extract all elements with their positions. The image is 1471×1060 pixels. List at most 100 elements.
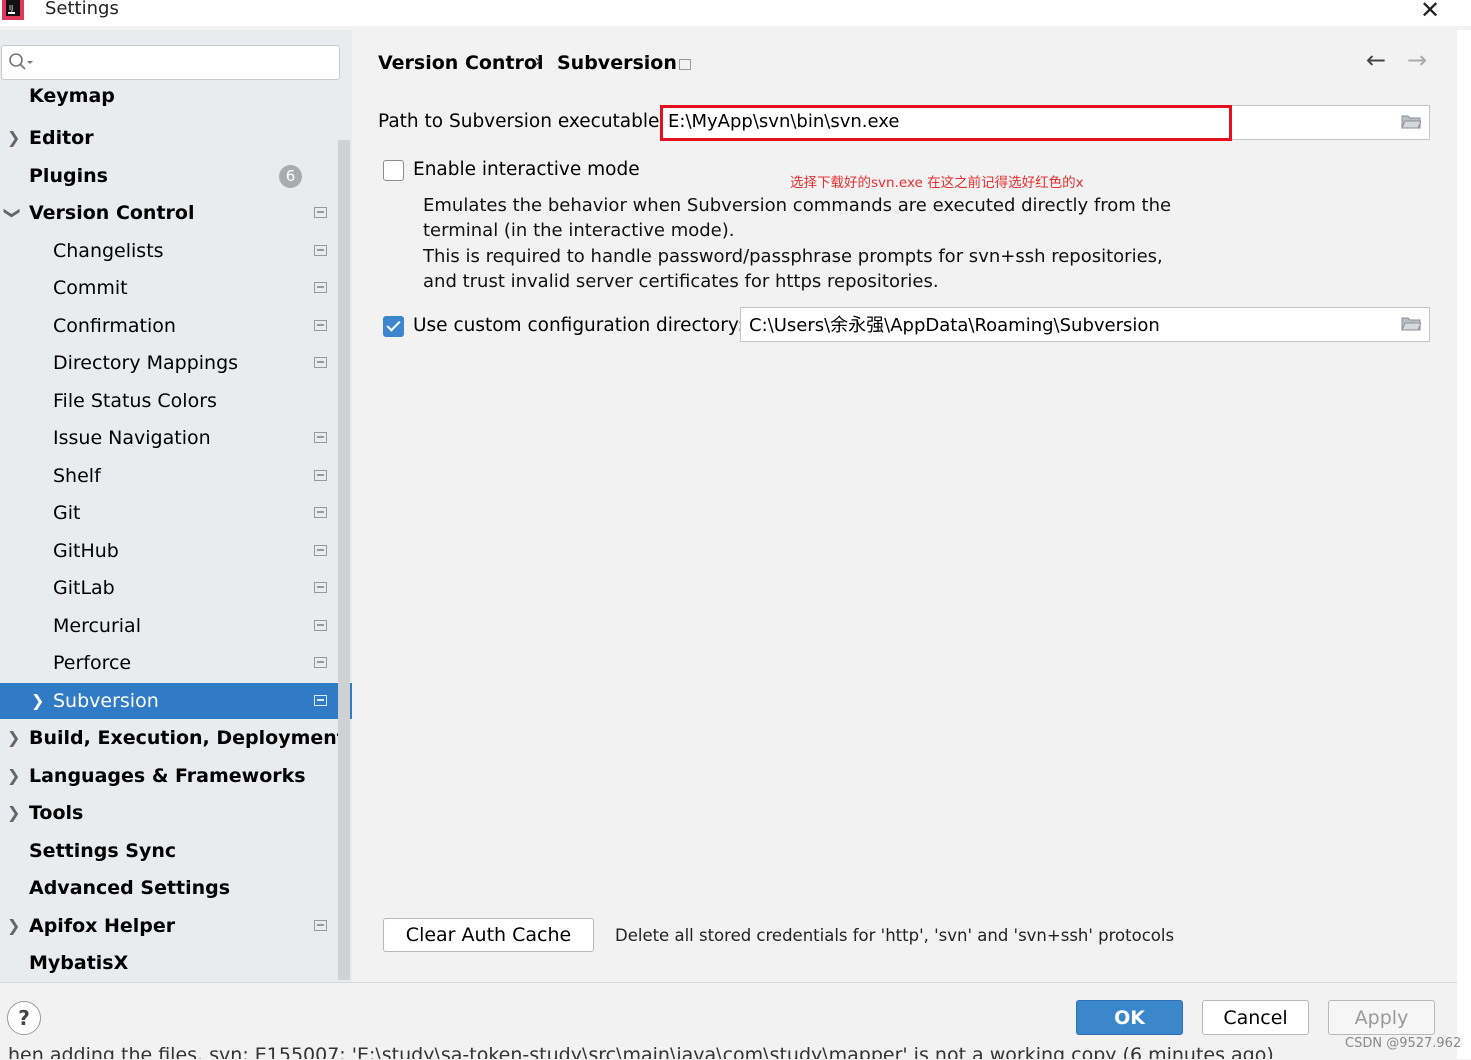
- interactive-mode-label[interactable]: Enable interactive mode: [413, 159, 640, 180]
- sidebar-item-mercurial[interactable]: Mercurial: [0, 608, 338, 644]
- sidebar-item-label: Perforce: [53, 652, 132, 674]
- sidebar-item-label: Editor: [29, 127, 94, 149]
- chevron-right-icon[interactable]: ❯: [7, 758, 20, 794]
- sidebar-item-editor[interactable]: ❯ Editor: [0, 120, 338, 156]
- watermark: CSDN @9527.962: [1345, 1036, 1462, 1051]
- sidebar-item-commit[interactable]: Commit: [0, 270, 338, 306]
- custom-config-label[interactable]: Use custom configuration directory:: [413, 315, 744, 336]
- search-icon: [9, 53, 33, 70]
- sidebar-item-directory-mappings[interactable]: Directory Mappings: [0, 345, 338, 381]
- project-scope-icon: [314, 545, 327, 556]
- sidebar-scrollbar[interactable]: [338, 140, 350, 980]
- sidebar-item-changelists[interactable]: Changelists: [0, 233, 338, 269]
- chevron-right-icon[interactable]: ❯: [7, 795, 20, 831]
- project-scope-icon: [314, 245, 327, 256]
- sidebar-item-tools[interactable]: ❯ Tools: [0, 795, 338, 831]
- sidebar-item-label: Subversion: [53, 690, 159, 712]
- sidebar-item-label: Version Control: [29, 202, 195, 224]
- clear-auth-cache-button[interactable]: Clear Auth Cache: [383, 918, 594, 952]
- search-field[interactable]: [1, 45, 340, 80]
- sidebar-item-languages-frameworks[interactable]: ❯ Languages & Frameworks: [0, 758, 338, 794]
- sidebar-item-issue-navigation[interactable]: Issue Navigation: [0, 420, 338, 456]
- sidebar-item-label: Tools: [29, 802, 84, 824]
- back-arrow-icon[interactable]: ←: [1366, 46, 1386, 74]
- svg-text:IJ: IJ: [9, 4, 13, 12]
- intellij-logo-icon: IJ: [2, 0, 24, 20]
- custom-config-field[interactable]: [740, 307, 1430, 342]
- description-line: Emulates the behavior when Subversion co…: [423, 195, 1172, 216]
- background-window-text: hen adding the files. svn: E155007: 'E:\…: [0, 1041, 1340, 1059]
- description-line: This is required to handle password/pass…: [423, 246, 1163, 267]
- sidebar-item-settings-sync[interactable]: Settings Sync: [0, 833, 338, 869]
- sidebar-item-advanced-settings[interactable]: Advanced Settings: [0, 870, 338, 906]
- help-icon[interactable]: ?: [7, 1001, 41, 1035]
- project-scope-icon: [314, 657, 327, 668]
- sidebar-item-label: Settings Sync: [29, 840, 177, 862]
- cancel-button[interactable]: Cancel: [1202, 1000, 1309, 1035]
- sidebar-item-label: Changelists: [53, 240, 164, 262]
- sidebar-item-mybatisx[interactable]: MybatisX: [0, 945, 338, 981]
- background-status-text: hen adding the files. svn: E155007: 'E:\…: [8, 1044, 1274, 1059]
- annotation-text: 选择下载好的svn.exe 在这之前记得选好红色的x: [790, 175, 1084, 191]
- sidebar-item-label: Build, Execution, Deployment: [29, 727, 346, 749]
- sidebar-item-label: MybatisX: [29, 952, 129, 974]
- description-line: and trust invalid server certificates fo…: [423, 271, 939, 292]
- window-edge: [1457, 30, 1471, 1059]
- project-scope-icon: [314, 695, 327, 706]
- forward-arrow-icon[interactable]: →: [1407, 46, 1427, 74]
- sidebar-item-apifox-helper[interactable]: ❯ Apifox Helper: [0, 908, 338, 944]
- title-bar: IJ Settings ✕: [0, 0, 1471, 26]
- window-title: Settings: [45, 0, 119, 19]
- project-scope-icon: [314, 470, 327, 481]
- sidebar-item-label: Issue Navigation: [53, 427, 211, 449]
- project-scope-icon: [314, 432, 327, 443]
- sidebar-item-build-execution-deployment[interactable]: ❯ Build, Execution, Deployment: [0, 720, 346, 756]
- custom-config-input[interactable]: [749, 308, 1387, 339]
- sidebar-item-label: Languages & Frameworks: [29, 765, 306, 787]
- sidebar-item-file-status-colors[interactable]: File Status Colors: [0, 383, 338, 419]
- sidebar-item-label: Apifox Helper: [29, 915, 176, 937]
- search-input[interactable]: [36, 46, 330, 79]
- interactive-mode-checkbox[interactable]: [383, 160, 404, 181]
- sidebar-item-label: File Status Colors: [53, 390, 217, 412]
- sidebar-item-label: Plugins: [29, 165, 108, 187]
- sidebar-item-label: Git: [53, 502, 81, 524]
- project-scope-icon: [314, 582, 327, 593]
- sidebar-item-github[interactable]: GitHub: [0, 533, 338, 569]
- sidebar-item-label: GitLab: [53, 577, 115, 599]
- sidebar-item-plugins[interactable]: Plugins 6: [0, 158, 338, 194]
- chevron-right-icon[interactable]: ❯: [7, 908, 20, 944]
- apply-button[interactable]: Apply: [1328, 1000, 1435, 1035]
- folder-browse-icon[interactable]: [1401, 114, 1421, 129]
- project-scope-icon: [314, 207, 327, 218]
- project-scope-icon: [314, 320, 327, 331]
- sidebar-item-label: Confirmation: [53, 315, 176, 337]
- sidebar-item-label: Commit: [53, 277, 128, 299]
- project-scope-icon: [314, 620, 327, 631]
- sidebar-item-label: Advanced Settings: [29, 877, 231, 899]
- sidebar-item-subversion[interactable]: ❯ Subversion: [0, 683, 352, 719]
- chevron-right-icon[interactable]: ❯: [31, 683, 44, 719]
- breadcrumb-parent[interactable]: Version Control: [378, 52, 543, 74]
- chevron-right-icon[interactable]: ❯: [7, 720, 20, 756]
- breadcrumb-separator: ›: [534, 50, 542, 72]
- project-scope-icon: [679, 59, 691, 70]
- highlight-box: [660, 105, 1232, 141]
- chevron-right-icon[interactable]: ❯: [7, 120, 20, 156]
- sidebar-item-label: GitHub: [53, 540, 119, 562]
- sidebar-item-shelf[interactable]: Shelf: [0, 458, 338, 494]
- ok-button[interactable]: OK: [1076, 1000, 1183, 1035]
- sidebar-item-perforce[interactable]: Perforce: [0, 645, 338, 681]
- sidebar-item-gitlab[interactable]: GitLab: [0, 570, 338, 606]
- sidebar-item-confirmation[interactable]: Confirmation: [0, 308, 338, 344]
- folder-browse-icon[interactable]: [1401, 316, 1421, 331]
- close-icon[interactable]: ✕: [1420, 0, 1440, 24]
- sidebar-item-version-control[interactable]: ❯ Version Control: [0, 195, 338, 231]
- sidebar-item-label: Mercurial: [53, 615, 141, 637]
- plugins-count-badge: 6: [279, 165, 302, 188]
- custom-config-checkbox[interactable]: [383, 316, 404, 337]
- sidebar-item-keymap[interactable]: Keymap: [0, 83, 338, 119]
- sidebar-item-git[interactable]: Git: [0, 495, 338, 531]
- chevron-down-icon[interactable]: ❯: [0, 206, 31, 219]
- description-line: terminal (in the interactive mode).: [423, 220, 735, 241]
